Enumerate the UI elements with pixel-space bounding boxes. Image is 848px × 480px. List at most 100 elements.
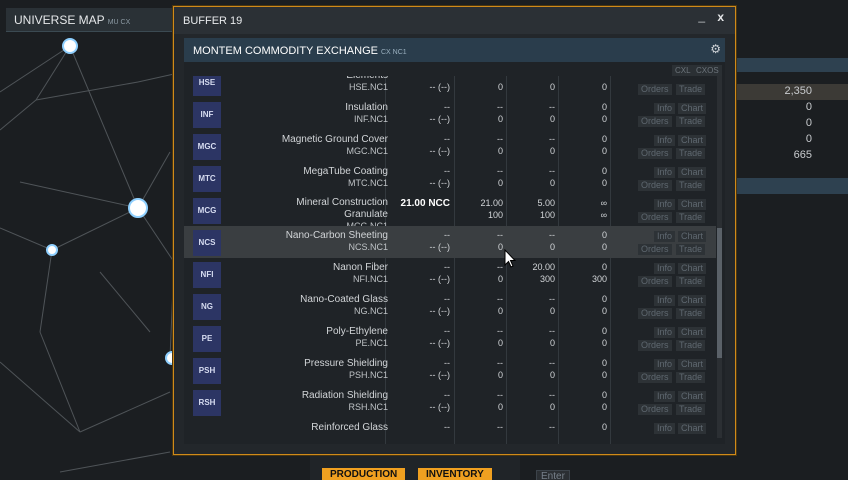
close-button[interactable]: x <box>717 10 724 24</box>
table-row[interactable]: PSH Pressure Shielding PSH.NC1 -- -- (--) -- 0… <box>184 354 716 386</box>
filter-cxos[interactable]: CXOS <box>693 65 722 76</box>
trade-button[interactable]: Trade <box>676 212 706 223</box>
trade-button[interactable]: Trade <box>676 148 706 159</box>
orders-button[interactable]: Orders <box>638 276 672 287</box>
supply-top: 0 <box>601 262 607 272</box>
orders-button[interactable]: Orders <box>638 84 672 95</box>
chart-button[interactable]: Chart <box>678 263 707 274</box>
map-title-sub: MU CX <box>107 19 131 26</box>
info-button[interactable]: Info <box>654 231 676 242</box>
commodity-name: MegaTube Coating <box>303 166 388 177</box>
orders-button[interactable]: Orders <box>638 308 672 319</box>
orders-button[interactable]: Orders <box>638 340 672 351</box>
chart-button[interactable]: Chart <box>678 295 707 306</box>
buffer-titlebar[interactable]: BUFFER 19 _ x <box>174 7 735 34</box>
chart-button[interactable]: Chart <box>678 135 707 146</box>
commodity-name: Magnetic Ground Cover <box>281 134 388 145</box>
commodity-code: MTC.NC1 <box>348 178 388 188</box>
price-value: -- <box>444 326 450 336</box>
price-change: -- (--) <box>429 338 450 348</box>
chart-button[interactable]: Chart <box>678 199 707 210</box>
commodity-ticker[interactable]: PSH <box>193 358 221 384</box>
table-row[interactable]: NG Nano-Coated Glass NG.NC1 -- -- (--) -- 0 -- 0… <box>184 290 716 322</box>
table-row[interactable]: MTC MegaTube Coating MTC.NC1 -- -- (--) -- 0 --… <box>184 162 716 194</box>
orders-button[interactable]: Orders <box>638 148 672 159</box>
filter-cxl[interactable]: CXL <box>672 65 694 76</box>
price-change: -- (--) <box>429 370 450 380</box>
supply-value: 300 <box>591 274 607 284</box>
price-value: -- <box>444 390 450 400</box>
info-button[interactable]: Info <box>654 327 676 338</box>
info-button[interactable]: Info <box>654 359 676 370</box>
chart-button[interactable]: Chart <box>678 391 707 402</box>
table-row[interactable]: HSEElementsHSE.NC1 -- (--) 0 0 0 Orders Trade <box>184 76 716 98</box>
right-panel-value: 2,350 <box>784 85 812 97</box>
table-row[interactable]: RSH Radiation Shielding RSH.NC1 -- -- (--) --… <box>184 386 716 418</box>
trade-button[interactable]: Trade <box>676 116 706 127</box>
price-value: -- <box>444 102 450 112</box>
minimize-button[interactable]: _ <box>698 9 705 23</box>
map-node[interactable] <box>128 198 148 218</box>
ask-price: -- <box>497 326 503 336</box>
trade-button[interactable]: Trade <box>676 308 706 319</box>
orders-button[interactable]: Orders <box>638 404 672 415</box>
production-button[interactable]: PRODUCTION <box>322 468 406 480</box>
orders-button[interactable]: Orders <box>638 180 672 191</box>
scrollbar-thumb[interactable] <box>717 228 722 358</box>
info-button[interactable]: Info <box>654 135 676 146</box>
trade-button[interactable]: Trade <box>676 84 706 95</box>
commodity-ticker[interactable]: NCS <box>193 230 221 256</box>
commodity-ticker[interactable]: NG <box>193 294 221 320</box>
commodity-ticker[interactable]: MGC <box>193 134 221 160</box>
trade-button[interactable]: Trade <box>676 404 706 415</box>
map-node[interactable] <box>46 244 58 256</box>
orders-button[interactable]: Orders <box>638 212 672 223</box>
map-node[interactable] <box>62 38 78 54</box>
supply-top: 0 <box>601 166 607 176</box>
orders-button[interactable]: Orders <box>638 372 672 383</box>
orders-button[interactable]: Orders <box>638 116 672 127</box>
table-row[interactable]: MGC Magnetic Ground Cover MGC.NC1 -- -- (--)… <box>184 130 716 162</box>
buffer-window[interactable]: BUFFER 19 _ x MONTEM COMMODITY EXCHANGE C… <box>173 6 736 455</box>
info-button[interactable]: Info <box>654 199 676 210</box>
price-change: -- (--) <box>429 178 450 188</box>
commodity-code: NFI.NC1 <box>352 274 388 284</box>
trade-button[interactable]: Trade <box>676 340 706 351</box>
trade-button[interactable]: Trade <box>676 372 706 383</box>
table-row[interactable]: PE Poly-Ethylene PE.NC1 -- -- (--) -- 0 -- 0 0 0 In… <box>184 322 716 354</box>
chart-button[interactable]: Chart <box>678 359 707 370</box>
chart-button[interactable]: Chart <box>678 167 707 178</box>
table-row[interactable]: MCGMineral ConstructionGranulateMCG.NC12… <box>184 194 716 231</box>
info-button[interactable]: Info <box>654 295 676 306</box>
inventory-button[interactable]: INVENTORY <box>418 468 492 480</box>
chart-button[interactable]: Chart <box>678 327 707 338</box>
info-button[interactable]: Info <box>654 263 676 274</box>
commodity-ticker[interactable]: MTC <box>193 166 221 192</box>
table-row[interactable]: NFI Nanon Fiber NFI.NC1 -- -- (--) -- 0 20.00 30… <box>184 258 716 290</box>
price-change: -- (--) <box>429 82 450 92</box>
info-button[interactable]: Info <box>654 391 676 402</box>
ask-price: -- <box>497 294 503 304</box>
trade-button[interactable]: Trade <box>676 180 706 191</box>
trade-button[interactable]: Trade <box>676 276 706 287</box>
commodity-ticker[interactable]: PE <box>193 326 221 352</box>
table-row[interactable]: Reinforced Glass -- -- -- 0 Info Chart <box>184 418 716 444</box>
commodity-ticker[interactable]: NFI <box>193 262 221 288</box>
enter-button[interactable]: Enter <box>536 470 570 480</box>
info-button[interactable]: Info <box>654 167 676 178</box>
table-row[interactable]: INF Insulation INF.NC1 -- -- (--) -- 0 -- 0 0 0 Inf… <box>184 98 716 130</box>
chart-button[interactable]: Chart <box>678 231 707 242</box>
info-button[interactable]: Info <box>654 103 676 114</box>
commodity-ticker[interactable]: HSE <box>193 76 221 96</box>
ask-amount: 0 <box>497 274 503 284</box>
trade-button[interactable]: Trade <box>676 244 706 255</box>
commodity-ticker[interactable]: INF <box>193 102 221 128</box>
chart-button[interactable]: Chart <box>678 103 707 114</box>
orders-button[interactable]: Orders <box>638 244 672 255</box>
commodity-ticker[interactable]: RSH <box>193 390 221 416</box>
table-row[interactable]: NCS Nano-Carbon Sheeting NCS.NC1 -- -- (--) -… <box>184 226 716 258</box>
gear-icon[interactable]: ⚙ <box>710 42 721 56</box>
chart-button[interactable]: Chart <box>678 423 707 434</box>
info-button[interactable]: Info <box>654 423 676 434</box>
commodity-ticker[interactable]: MCG <box>193 198 221 224</box>
